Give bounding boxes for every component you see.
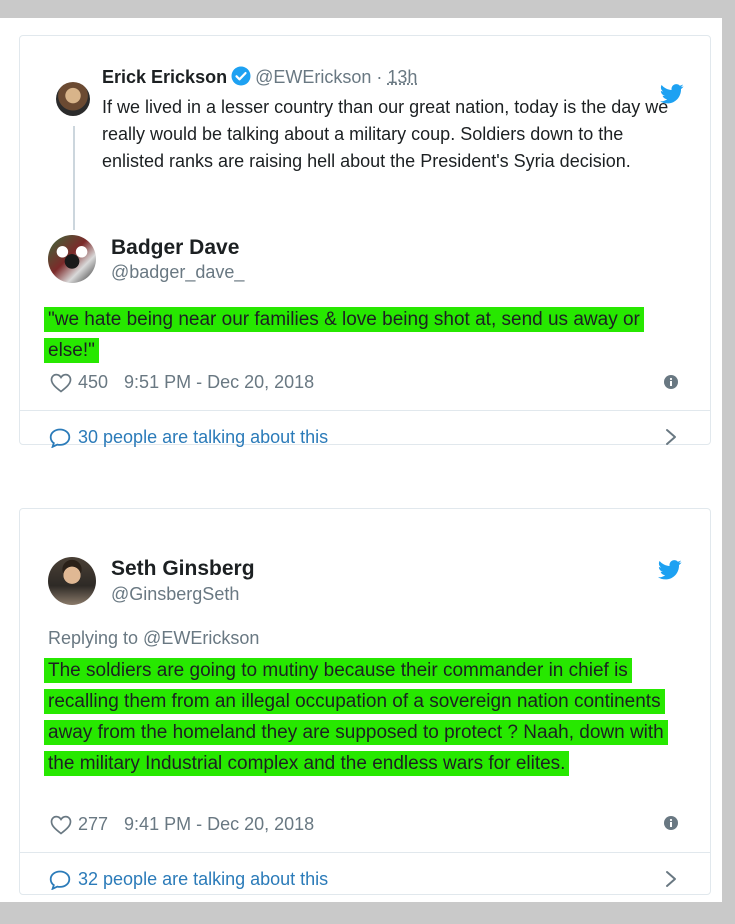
divider <box>20 410 711 411</box>
badger-dave-avatar[interactable] <box>48 235 96 283</box>
quoted-tweet-header: Erick Erickson @EWErickson · 13h <box>102 66 417 88</box>
talking-about-text: 32 people are talking about this <box>78 869 329 889</box>
quoted-author-handle[interactable]: @EWErickson <box>255 67 371 87</box>
quoted-time-ago[interactable]: 13h <box>387 67 417 87</box>
tweet-meta: 277 9:41 PM - Dec 20, 2018 <box>50 814 314 835</box>
chevron-right-icon[interactable] <box>664 428 678 446</box>
quoted-tweet-text: If we lived in a lesser country than our… <box>102 97 669 171</box>
page: Erick Erickson @EWErickson · 13h If we li… <box>0 18 722 902</box>
seth-ginsberg-avatar[interactable] <box>48 557 96 605</box>
quoted-separator: · <box>376 67 383 87</box>
like-count[interactable]: 450 <box>78 372 108 393</box>
tweet-timestamp[interactable]: 9:51 PM - Dec 20, 2018 <box>124 372 314 393</box>
heart-icon[interactable] <box>50 373 72 393</box>
chevron-right-icon[interactable] <box>664 870 678 888</box>
replying-to[interactable]: Replying to @EWErickson <box>48 628 259 649</box>
comment-bubble-icon <box>49 870 71 890</box>
info-icon[interactable] <box>664 816 678 830</box>
talking-about-text: 30 people are talking about this <box>78 427 329 447</box>
talking-about-link[interactable]: 30 people are talking about this <box>49 427 328 448</box>
author-name[interactable]: Badger Dave <box>111 236 239 260</box>
tweet-timestamp[interactable]: 9:41 PM - Dec 20, 2018 <box>124 814 314 835</box>
verified-badge-icon <box>231 66 251 86</box>
twitter-bird-icon[interactable] <box>658 560 682 580</box>
tweet-text: The soldiers are going to mutiny because… <box>44 655 694 779</box>
talking-about-link[interactable]: 32 people are talking about this <box>49 869 328 890</box>
comment-bubble-icon <box>49 428 71 448</box>
author-handle[interactable]: @GinsbergSeth <box>111 584 239 605</box>
divider <box>20 852 711 853</box>
tweet-meta: 450 9:51 PM - Dec 20, 2018 <box>50 372 314 393</box>
author-name[interactable]: Seth Ginsberg <box>111 557 255 581</box>
quoted-author-name[interactable]: Erick Erickson <box>102 67 227 87</box>
erick-erickson-avatar[interactable] <box>56 82 90 116</box>
author-handle[interactable]: @badger_dave_ <box>111 262 244 283</box>
like-count[interactable]: 277 <box>78 814 108 835</box>
tweet-text: "we hate being near our families & love … <box>44 304 674 366</box>
heart-icon[interactable] <box>50 815 72 835</box>
info-icon[interactable] <box>664 375 678 389</box>
thread-line <box>73 126 75 230</box>
